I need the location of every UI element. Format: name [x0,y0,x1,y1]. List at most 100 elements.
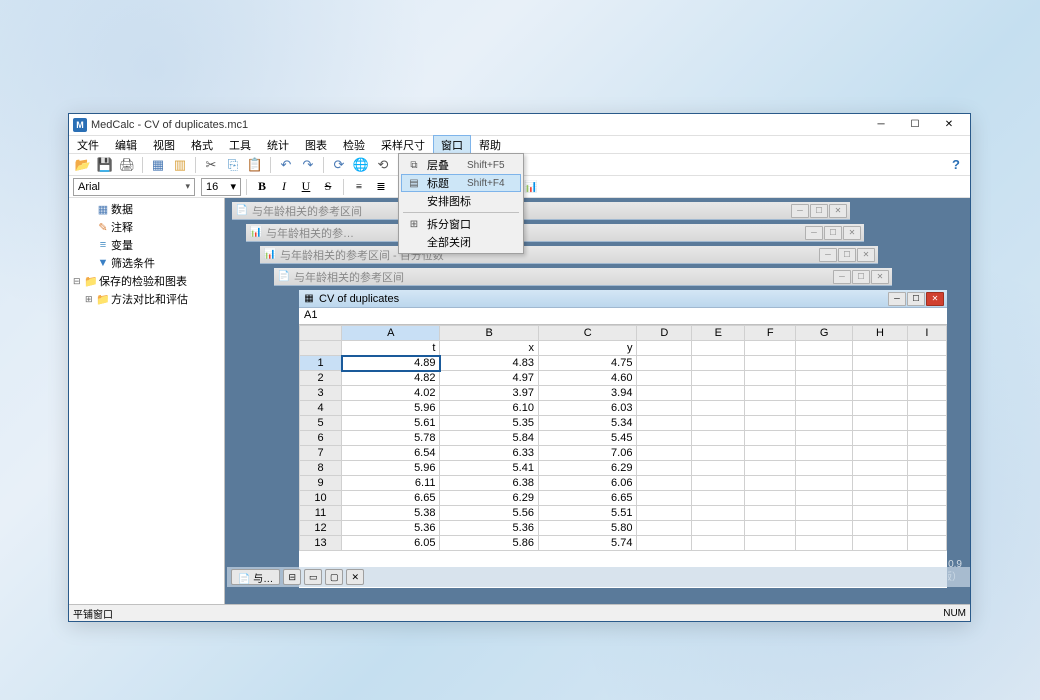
cell[interactable] [853,476,908,491]
tree-item-注释[interactable]: ✎注释 [71,218,222,236]
cell[interactable] [796,446,853,461]
mdi-window[interactable]: 📊与年龄相关的参考区间 - 百分位数─☐✕ [259,245,879,265]
cell[interactable] [692,521,745,536]
cell[interactable] [692,386,745,401]
cell[interactable] [853,506,908,521]
menu-窗口[interactable]: 窗口 [433,135,471,155]
cell[interactable]: 5.36 [342,521,440,536]
cell[interactable] [796,431,853,446]
font-name-combo[interactable]: Arial▾ [73,178,195,196]
mdi-close[interactable]: ✕ [871,270,889,284]
cell[interactable] [637,476,692,491]
cell[interactable] [692,446,745,461]
cell[interactable] [692,356,745,371]
cell[interactable]: 6.03 [538,401,636,416]
menu-item-拆分窗口[interactable]: ⊞拆分窗口 [401,215,521,233]
paste-icon[interactable]: 📋 [245,155,265,175]
cell[interactable] [637,401,692,416]
cell[interactable]: 6.05 [342,536,440,551]
cell[interactable] [745,386,796,401]
mdi-titlebar[interactable]: 📄与年龄相关的参考区间─☐✕ [232,202,850,220]
mdi-window[interactable]: 📄与年龄相关的参考区间─☐✕ [231,201,851,221]
strike-button[interactable]: S [318,177,338,197]
print-icon[interactable]: 🖨 [117,155,137,175]
col-header[interactable]: I [907,326,946,341]
cell[interactable] [796,371,853,386]
refresh-icon[interactable]: ⟳ [329,155,349,175]
cell[interactable] [637,431,692,446]
col-header[interactable]: E [692,326,745,341]
font-size-combo[interactable]: 16▾ [201,178,241,196]
row-header[interactable]: 7 [300,446,342,461]
cell[interactable]: 6.38 [440,476,538,491]
cell[interactable] [853,386,908,401]
cell[interactable] [796,401,853,416]
cell[interactable] [796,521,853,536]
taskbar-button[interactable]: ⊟ [283,569,301,585]
cell[interactable] [796,506,853,521]
world-icon[interactable]: 🌐 [351,155,371,175]
col-header[interactable]: C [538,326,636,341]
row-header[interactable]: 2 [300,371,342,386]
relink-icon[interactable]: ⟲ [373,155,393,175]
chart-icon[interactable]: 📊 [521,177,541,197]
tree-toggle-icon[interactable]: ⊞ [85,294,95,305]
mdi-close[interactable]: ✕ [843,226,861,240]
col-header[interactable]: F [745,326,796,341]
row-header[interactable]: 11 [300,506,342,521]
cell[interactable]: 4.97 [440,371,538,386]
row-header[interactable]: 5 [300,416,342,431]
mdi-titlebar[interactable]: 📄与年龄相关的参考区间─☐✕ [274,268,892,286]
tree-item-保存的检验和图表[interactable]: ⊟📁保存的检验和图表 [71,272,222,290]
cell[interactable] [745,416,796,431]
cell[interactable]: 5.96 [342,461,440,476]
cell[interactable]: 5.84 [440,431,538,446]
cell[interactable] [745,491,796,506]
cell[interactable] [853,401,908,416]
cell[interactable] [745,446,796,461]
cell[interactable]: y [538,341,636,356]
redo-icon[interactable]: ↷ [298,155,318,175]
cell[interactable]: 5.38 [342,506,440,521]
taskbar-button[interactable]: ▢ [325,569,343,585]
cell[interactable] [637,341,692,356]
taskbar-button[interactable]: ▭ [304,569,322,585]
mdi-window[interactable]: 📄与年龄相关的参考区间─☐✕ [273,267,893,287]
cell[interactable]: 5.35 [440,416,538,431]
menu-item-标题[interactable]: ▤标题Shift+F4 [401,174,521,192]
cell[interactable]: 5.78 [342,431,440,446]
cell[interactable] [853,371,908,386]
col-header[interactable]: B [440,326,538,341]
cell[interactable]: 7.06 [538,446,636,461]
cell[interactable] [692,536,745,551]
underline-button[interactable]: U [296,177,316,197]
menu-图表[interactable]: 图表 [297,135,335,155]
cell[interactable] [692,401,745,416]
tree-item-数据[interactable]: ▦数据 [71,200,222,218]
menu-视图[interactable]: 视图 [145,135,183,155]
cell[interactable]: 5.34 [538,416,636,431]
cell[interactable]: 4.02 [342,386,440,401]
cell[interactable] [853,491,908,506]
mdi-minimize[interactable]: ─ [805,226,823,240]
cell[interactable]: 4.75 [538,356,636,371]
cell[interactable]: 3.94 [538,386,636,401]
cell[interactable] [692,506,745,521]
mdi-minimize[interactable]: ─ [888,292,906,306]
cell[interactable] [853,356,908,371]
row-header[interactable]: 12 [300,521,342,536]
col-header[interactable]: H [853,326,908,341]
taskbar-item[interactable]: 📄 与… [231,569,280,585]
mdi-titlebar[interactable]: 📊与年龄相关的参考区间 - 百分位数─☐✕ [260,246,878,264]
tree-toggle-icon[interactable]: ⊟ [73,276,83,287]
row-header[interactable]: 3 [300,386,342,401]
cell[interactable]: 5.51 [538,506,636,521]
col-header[interactable]: A [342,326,440,341]
cell[interactable] [745,536,796,551]
cell[interactable] [907,476,946,491]
cell[interactable]: 4.89 [342,356,440,371]
mdi-titlebar[interactable]: ▦CV of duplicates─☐✕ [299,290,947,308]
mdi-maximize[interactable]: ☐ [810,204,828,218]
row-header[interactable]: 9 [300,476,342,491]
row-header[interactable]: 4 [300,401,342,416]
